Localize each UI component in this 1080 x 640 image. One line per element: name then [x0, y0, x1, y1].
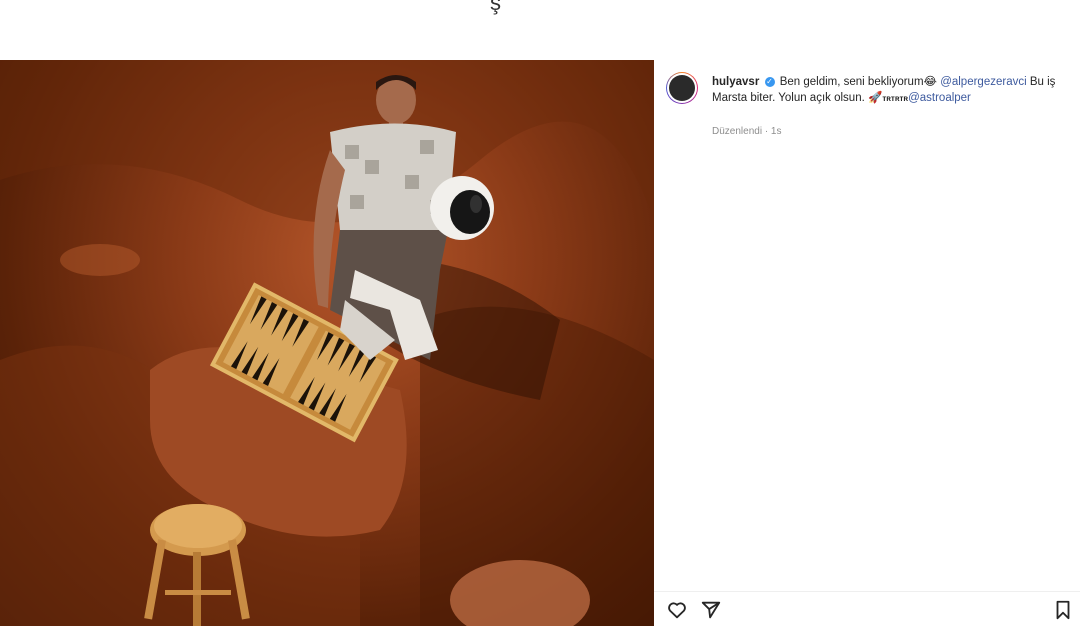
caption-text-3: ᴛʀᴛʀᴛʀ: [882, 94, 909, 103]
username-link[interactable]: hulyavsr: [712, 76, 759, 88]
post-side-panel: hulyavsr ✓ Ben geldim, seni bekliyorum😂 …: [654, 60, 1080, 626]
post-meta: Düzenlendi · 1s: [712, 126, 782, 137]
mention-link-2[interactable]: @astroalper: [908, 92, 971, 104]
action-bar: [654, 591, 1080, 626]
mars-scene-illustration: [0, 60, 654, 626]
caption-text-1: Ben geldim, seni bekliyorum😂: [779, 76, 937, 88]
mention-link-1[interactable]: @alpergezeravci: [940, 76, 1026, 88]
cropped-text-fragment: ş: [490, 0, 501, 15]
paper-plane-icon[interactable]: [700, 599, 722, 621]
bookmark-icon[interactable]: [1052, 599, 1074, 621]
post-caption: hulyavsr ✓ Ben geldim, seni bekliyorum😂 …: [712, 74, 1072, 107]
avatar[interactable]: [666, 72, 698, 104]
heart-icon[interactable]: [666, 599, 688, 621]
post-image[interactable]: [0, 60, 654, 626]
verified-badge-icon: ✓: [764, 76, 775, 87]
